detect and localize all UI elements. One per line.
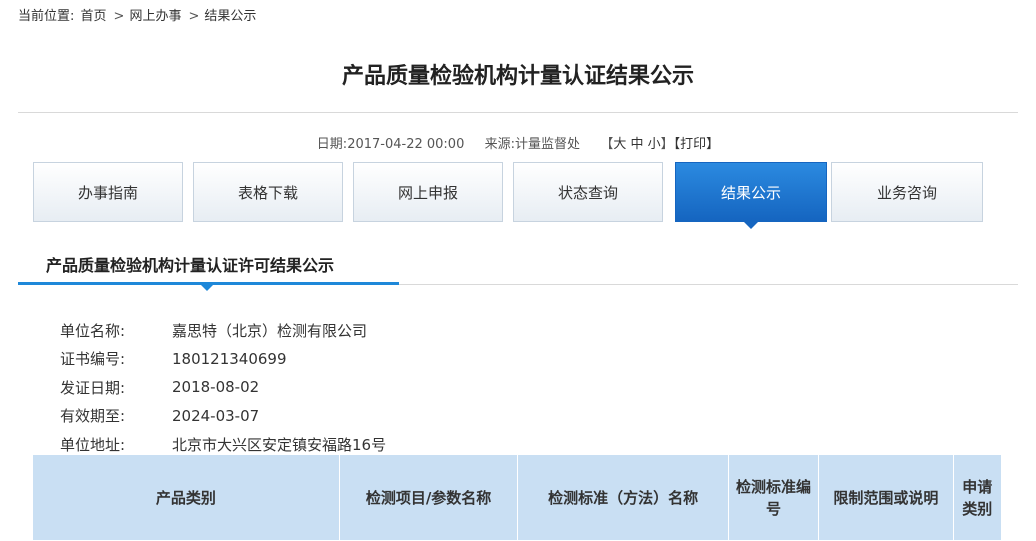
source-value: 计量监督处	[515, 137, 581, 152]
font-size-large-link[interactable]: 大	[613, 137, 626, 152]
source-label: 来源:	[484, 137, 516, 152]
article-meta: 日期:2017-04-22 00:00 来源:计量监督处 【大 中 小】【打印】	[0, 133, 1036, 152]
info-value: 嘉思特（北京）检测有限公司	[172, 321, 368, 340]
info-label: 证书编号:	[60, 350, 126, 369]
breadcrumb: 当前位置: 首页 > 网上办事 > 结果公示	[18, 5, 258, 24]
font-size-medium-link[interactable]: 中	[630, 137, 643, 152]
column-header-restriction: 限制范围或说明	[818, 454, 954, 541]
results-table: 产品类别 检测项目/参数名称 检测标准（方法）名称 检测标准编号 限制范围或说明…	[32, 454, 1003, 541]
font-size-close-bracket: 】	[660, 137, 674, 152]
column-header-application-type: 申请类别	[952, 454, 1003, 541]
tab-result-publicity[interactable]: 结果公示	[675, 162, 827, 229]
table-header-row: 产品类别 检测项目/参数名称 检测标准（方法）名称 检测标准编号 限制范围或说明…	[32, 454, 1003, 541]
organization-info: 单位名称: 嘉思特（北京）检测有限公司 证书编号: 180121340699 发…	[60, 316, 386, 459]
info-row-certificate: 证书编号: 180121340699	[60, 345, 386, 374]
section-title: 产品质量检验机构计量认证许可结果公示	[46, 256, 335, 275]
info-label: 有效期至:	[60, 407, 126, 426]
breadcrumb-current[interactable]: 结果公示	[204, 9, 256, 24]
font-size-small-link[interactable]: 小	[648, 137, 661, 152]
section-pointer-arrow	[201, 285, 213, 291]
info-value: 180121340699	[172, 349, 287, 368]
breadcrumb-prefix: 当前位置:	[18, 9, 75, 24]
tab-guide[interactable]: 办事指南	[33, 162, 183, 222]
info-label: 单位地址:	[60, 435, 126, 454]
info-row-issue-date: 发证日期: 2018-08-02	[60, 373, 386, 402]
info-label: 发证日期:	[60, 378, 126, 397]
tab-business-consult[interactable]: 业务咨询	[831, 162, 983, 222]
breadcrumb-online-service-link[interactable]: 网上办事	[129, 9, 181, 24]
column-header-standard-name: 检测标准（方法）名称	[517, 454, 729, 541]
date-value: 2017-04-22 00:00	[347, 137, 465, 152]
info-row-name: 单位名称: 嘉思特（北京）检测有限公司	[60, 316, 386, 345]
font-size-open-bracket: 【	[600, 137, 614, 152]
column-header-test-item: 检测项目/参数名称	[338, 454, 519, 541]
breadcrumb-separator: >	[113, 9, 125, 24]
info-label: 单位名称:	[60, 321, 126, 340]
info-value: 北京市大兴区安定镇安福路16号	[172, 435, 387, 454]
column-header-standard-number: 检测标准编号	[727, 454, 820, 541]
print-link[interactable]: 【打印】	[674, 137, 720, 152]
column-header-product-category: 产品类别	[32, 454, 340, 541]
breadcrumb-separator: >	[188, 9, 200, 24]
title-divider	[18, 112, 1018, 113]
page-title: 产品质量检验机构计量认证结果公示	[341, 64, 694, 89]
date-label: 日期:	[316, 137, 348, 152]
info-value: 2018-08-02	[172, 378, 260, 397]
tab-status-query[interactable]: 状态查询	[513, 162, 663, 222]
tab-online-declaration[interactable]: 网上申报	[353, 162, 503, 222]
breadcrumb-home-link[interactable]: 首页	[81, 9, 107, 24]
info-row-valid-until: 有效期至: 2024-03-07	[60, 402, 386, 431]
info-value: 2024-03-07	[172, 406, 260, 425]
tab-form-download[interactable]: 表格下载	[193, 162, 343, 222]
